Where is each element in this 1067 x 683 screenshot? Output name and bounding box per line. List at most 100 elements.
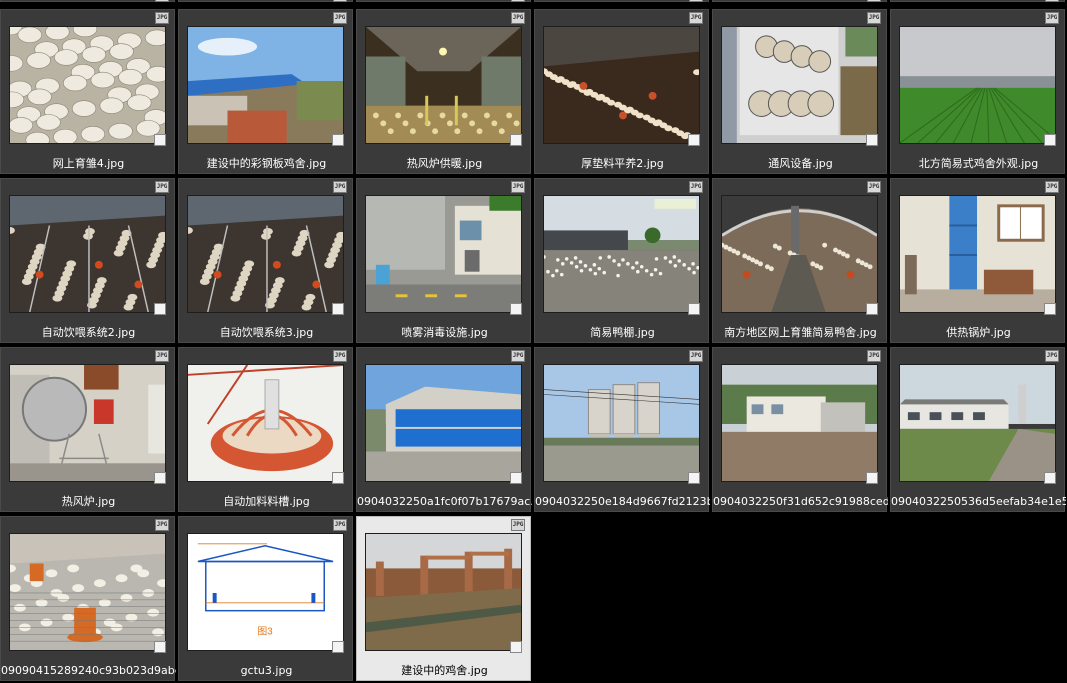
jpg-file-icon: JPG [1045,12,1059,24]
file-name-label: 0904032250f31d652c91988ced.jpg [713,495,888,508]
file-name-label: 自动饮喂系统2.jpg [41,326,136,339]
thumbnail-image [365,533,522,651]
file-name-label: 北方简易式鸡舍外观.jpg [918,157,1039,170]
file-name-label: 0904032250536d5eefab34e1e5.jpg [891,495,1066,508]
jpg-file-icon: JPG [867,12,881,24]
thumbnail-image [543,26,700,144]
thumbnail-tile[interactable]: JPG 图3 gctu3.jpg [178,516,353,681]
thumbnail-image [721,26,878,144]
thumbnail-tile-partial[interactable]: JPG [712,0,887,2]
jpg-file-icon: JPG [155,519,169,531]
file-name-label: 09090415289240c93b023d9abe.jpg [1,664,176,677]
file-name-label: 厚垫料平养2.jpg [581,157,664,170]
thumbnail-tile[interactable]: JPG 0904032250f31d652c91988ced.jpg [712,347,888,512]
select-checkbox[interactable] [154,134,166,146]
file-name-label: gctu3.jpg [240,664,293,677]
jpg-file-icon: JPG [867,181,881,193]
thumbnail-image [365,195,522,313]
select-checkbox[interactable] [688,303,700,315]
jpg-file-icon: JPG [511,12,525,24]
file-name-label: 供热锅炉.jpg [946,326,1011,339]
jpg-file-icon: JPG [333,181,347,193]
thumbnail-image [9,26,166,144]
thumbnail-tile[interactable]: JPG 自动加料料槽.jpg [178,347,353,512]
select-checkbox[interactable] [154,641,166,653]
thumbnail-tile[interactable]: JPG 0904032250536d5eefab34e1e5.jpg [890,347,1066,512]
jpg-file-icon: JPG [511,181,525,193]
thumbnail-image [365,364,522,482]
select-checkbox[interactable] [154,472,166,484]
select-checkbox[interactable] [866,472,878,484]
thumbnail-tile[interactable]: JPG 建设中的彩钢板鸡舍.jpg [178,9,353,174]
select-checkbox[interactable] [510,641,522,653]
select-checkbox[interactable] [332,303,344,315]
thumbnail-tile-partial[interactable]: JPG [178,0,353,2]
file-name-label: 喷雾消毒设施.jpg [401,326,488,339]
thumbnail-image [543,195,700,313]
thumbnail-tile[interactable]: JPG 通风设备.jpg [712,9,887,174]
thumbnail-tile[interactable]: JPG 喷雾消毒设施.jpg [356,178,531,343]
thumbnail-tile[interactable]: JPG 厚垫料平养2.jpg [534,9,709,174]
file-name-label: 0904032250a1fc0f07b17679ac.jpg [357,495,532,508]
thumbnail-tile-partial[interactable]: JPG [890,0,1065,2]
jpg-file-icon: JPG [1045,350,1059,362]
file-name-label: 建设中的彩钢板鸡舍.jpg [206,157,327,170]
select-checkbox[interactable] [510,134,522,146]
select-checkbox[interactable] [1044,472,1056,484]
select-checkbox[interactable] [154,303,166,315]
thumbnail-tile[interactable]: JPG 0904032250a1fc0f07b17679ac.jpg [356,347,532,512]
file-name-label: 简易鸭棚.jpg [590,326,655,339]
jpg-file-icon: JPG [155,12,169,24]
thumbnail-tile-partial[interactable]: JPG [534,0,709,2]
jpg-file-icon: JPG [511,519,525,531]
select-checkbox[interactable] [332,134,344,146]
jpg-file-icon: JPG [333,12,347,24]
select-checkbox[interactable] [688,472,700,484]
jpg-file-icon: JPG [1045,181,1059,193]
thumbnail-tile[interactable]: JPG 热风炉.jpg [0,347,175,512]
thumbnail-image [899,26,1056,144]
thumbnail-tile[interactable]: JPG 09090415289240c93b023d9abe.jpg [0,516,176,681]
thumbnail-image [9,195,166,313]
thumbnail-tile-partial[interactable]: JPG [356,0,531,2]
jpg-file-icon: JPG [333,0,347,2]
thumbnail-tile[interactable]: JPG 0904032250e184d9667fd2123b.jpg [534,347,710,512]
thumbnail-tile[interactable]: JPG 自动饮喂系统3.jpg [178,178,353,343]
thumbnail-tile[interactable]: JPG 北方简易式鸡舍外观.jpg [890,9,1065,174]
thumbnail-tile[interactable]: JPG 热风炉供暖.jpg [356,9,531,174]
thumbnail-tile[interactable]: JPG 简易鸭棚.jpg [534,178,709,343]
select-checkbox[interactable] [510,472,522,484]
thumbnail-tile[interactable]: JPG 南方地区网上育雏简易鸭舍.jpg [712,178,887,343]
thumbnail-grid: JPG JPG JPG JPG JPG JPG JPG 网上育雏4.jpg JPG 建设中的彩钢板… [0,0,1067,683]
select-checkbox[interactable] [1044,134,1056,146]
select-checkbox[interactable] [866,303,878,315]
thumbnail-image: 图3 [187,533,344,651]
jpg-file-icon: JPG [155,350,169,362]
jpg-file-icon: JPG [333,519,347,531]
jpg-file-icon: JPG [689,0,703,2]
jpg-file-icon: JPG [689,181,703,193]
select-checkbox[interactable] [688,134,700,146]
select-checkbox[interactable] [332,641,344,653]
file-name-label: 热风炉供暖.jpg [406,157,483,170]
file-name-label: 建设中的鸡舍.jpg [401,664,488,677]
thumbnail-image [187,195,344,313]
thumbnail-tile-partial[interactable]: JPG [0,0,175,2]
select-checkbox[interactable] [332,472,344,484]
select-checkbox[interactable] [866,134,878,146]
jpg-file-icon: JPG [1045,0,1059,2]
select-checkbox[interactable] [1044,303,1056,315]
thumbnail-image [721,195,878,313]
thumbnail-tile[interactable]: JPG 网上育雏4.jpg [0,9,175,174]
thumbnail-tile[interactable]: JPG 供热锅炉.jpg [890,178,1065,343]
jpg-file-icon: JPG [867,0,881,2]
thumbnail-tile[interactable]: JPG 建设中的鸡舍.jpg [356,516,531,681]
jpg-file-icon: JPG [867,350,881,362]
thumbnail-tile[interactable]: JPG 自动饮喂系统2.jpg [0,178,175,343]
thumbnail-image [721,364,878,482]
file-name-label: 自动饮喂系统3.jpg [219,326,314,339]
thumbnail-image [543,364,700,482]
file-name-label: 0904032250e184d9667fd2123b.jpg [535,495,710,508]
select-checkbox[interactable] [510,303,522,315]
jpg-file-icon: JPG [155,181,169,193]
